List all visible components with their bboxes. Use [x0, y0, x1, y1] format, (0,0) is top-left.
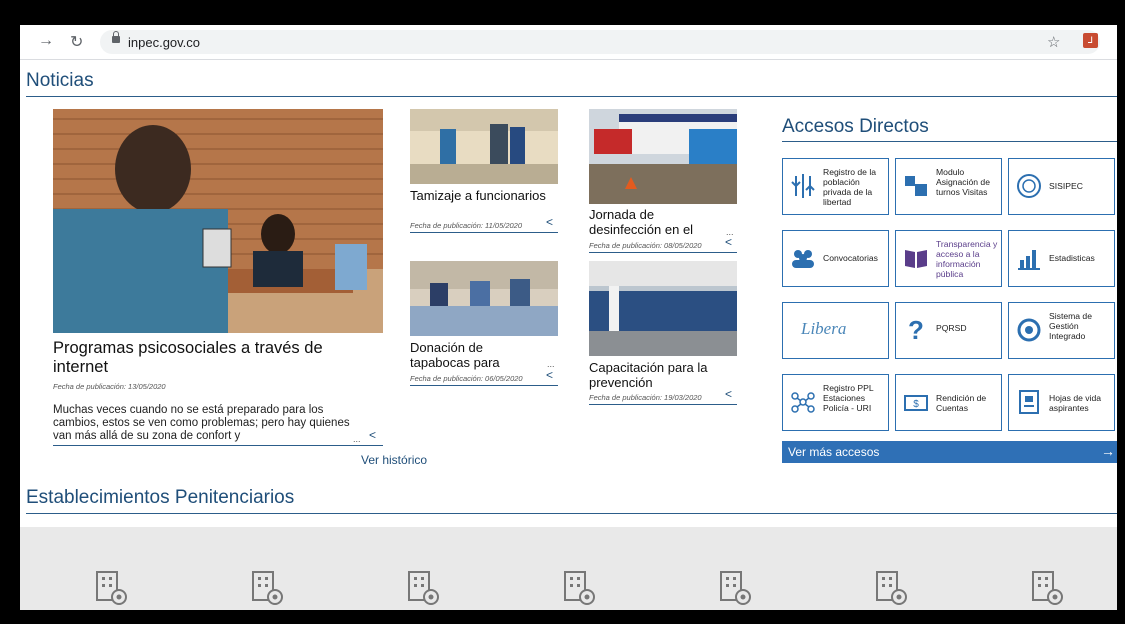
news-item-photo[interactable]	[589, 261, 737, 356]
tile-label: Registro de la población privada de la l…	[823, 167, 877, 207]
accesos-divider	[782, 141, 1117, 142]
ver-mas-accesos-button[interactable]: Ver más accesos →	[782, 441, 1117, 463]
population-registry-icon	[791, 174, 815, 198]
address-bar[interactable]	[100, 30, 1100, 54]
browser-toolbar: → ↻ inpec.gov.co ☆ ⅃	[20, 25, 1117, 60]
building-location-icon[interactable]	[407, 570, 441, 606]
news-item-underline	[589, 252, 737, 253]
question-icon: ?	[908, 315, 924, 345]
browser-window: → ↻ inpec.gov.co ☆ ⅃ Noticias Programas …	[20, 25, 1117, 610]
news-main-summary: Muchas veces cuando no se está preparado…	[53, 404, 350, 442]
news-main-date: Fecha de publicación: 13/05/2020	[53, 382, 166, 391]
tile-modulo-turnos[interactable]: Modulo Asignación de turnos Visitas	[895, 158, 1002, 215]
people-group-icon	[792, 250, 814, 268]
tile-label: Modulo Asignación de turnos Visitas	[936, 167, 990, 197]
news-main-ellipsis: ...	[353, 434, 361, 444]
tile-registro-ppl[interactable]: Registro PPL Estaciones Policía - URI	[782, 374, 889, 431]
share-icon[interactable]: <	[546, 215, 553, 229]
tile-convocatorias[interactable]: Convocatorias	[782, 230, 889, 287]
noticias-divider	[26, 96, 1117, 97]
accesos-heading: Accesos Directos	[782, 116, 929, 137]
news-item-title[interactable]: Jornada de desinfección en el	[589, 207, 709, 237]
tile-label: Registro PPL Estaciones Policía - URI	[823, 383, 874, 413]
money-bill-icon: $	[904, 395, 928, 411]
news-item-date: Fecha de publicación: 19/03/2020	[589, 393, 702, 402]
news-item-title[interactable]: Donación de tapabocas para	[410, 340, 530, 370]
tile-label: Hojas de vida aspirantes	[1049, 393, 1102, 413]
tile-estadisticas[interactable]: Estadisticas	[1008, 230, 1115, 287]
forward-arrow-icon[interactable]: →	[38, 32, 54, 50]
building-location-icon[interactable]	[251, 570, 285, 606]
noticias-heading: Noticias	[26, 70, 94, 91]
tile-transparencia[interactable]: Transparencia y acceso a la información …	[895, 230, 1002, 287]
network-nodes-icon	[791, 392, 815, 413]
tile-registro-poblacion[interactable]: Registro de la población privada de la l…	[782, 158, 889, 215]
news-item-underline	[589, 404, 737, 405]
resume-document-icon	[1019, 390, 1039, 414]
open-book-icon	[905, 250, 927, 268]
building-location-icon[interactable]	[875, 570, 909, 606]
bar-chart-icon	[1018, 250, 1040, 270]
news-item-date: Fecha de publicación: 06/05/2020	[410, 374, 523, 383]
bookmark-star-icon[interactable]: ☆	[1047, 33, 1060, 51]
tile-rendicion-cuentas[interactable]: $ Rendición de Cuentas	[895, 374, 1002, 431]
tile-sisipec[interactable]: SISIPEC	[1008, 158, 1115, 215]
share-icon[interactable]: <	[546, 368, 553, 382]
share-icon[interactable]: <	[725, 387, 732, 401]
news-item-date: Fecha de publicación: 08/05/2020	[589, 241, 702, 250]
pdf-extension-icon[interactable]: ⅃	[1083, 33, 1098, 48]
news-item-photo[interactable]	[410, 109, 558, 184]
news-item-photo[interactable]	[589, 109, 737, 204]
arrow-right-icon: →	[1101, 443, 1115, 459]
tile-pqrsd[interactable]: ? PQRSD	[895, 302, 1002, 359]
url-text[interactable]: inpec.gov.co	[128, 35, 200, 50]
tile-label: Estadisticas	[1049, 253, 1095, 263]
reload-icon[interactable]: ↻	[70, 32, 83, 52]
tile-label: Sistema de Gestión Integrado	[1049, 311, 1092, 341]
sisipec-seal-icon	[1017, 174, 1041, 198]
ver-historico-link[interactable]: Ver histórico	[361, 453, 427, 468]
ver-mas-label: Ver más accesos	[788, 445, 880, 459]
building-location-icon[interactable]	[563, 570, 597, 606]
news-item-underline	[410, 232, 558, 233]
news-item-title[interactable]: Capacitación para la prevención	[589, 360, 737, 390]
building-location-icon[interactable]	[95, 570, 129, 606]
tile-label: Rendición de Cuentas	[936, 393, 987, 413]
tile-label: Convocatorias	[823, 253, 878, 263]
tile-label: Transparencia y acceso a la información …	[936, 239, 998, 279]
tile-label: SISIPEC	[1049, 181, 1083, 191]
news-item-photo[interactable]	[410, 261, 558, 336]
news-main-underline	[53, 445, 383, 446]
establecimientos-heading: Establecimientos Penitenciarios	[26, 487, 295, 508]
news-item-date: Fecha de publicación: 11/05/2020	[410, 221, 523, 230]
tile-libera[interactable]: Libera	[782, 302, 889, 359]
tile-sistema-gestion[interactable]: Sistema de Gestión Integrado	[1008, 302, 1115, 359]
news-main-photo[interactable]	[53, 109, 383, 333]
establecimientos-divider	[26, 513, 1117, 514]
news-main-title[interactable]: Programas psicosociales a través de inte…	[53, 339, 373, 377]
share-icon[interactable]: <	[369, 428, 376, 442]
tile-hojas-vida[interactable]: Hojas de vida aspirantes	[1008, 374, 1115, 431]
libera-logo: Libera	[801, 319, 847, 338]
news-item-title[interactable]: Tamizaje a funcionarios	[410, 188, 558, 203]
building-location-icon[interactable]	[719, 570, 753, 606]
news-item-underline	[410, 385, 558, 386]
svg-text:$: $	[913, 399, 919, 410]
building-location-icon[interactable]	[1031, 570, 1065, 606]
tile-label: PQRSD	[936, 323, 967, 333]
visit-turns-icon	[905, 176, 927, 196]
management-cycle-icon	[1017, 318, 1041, 342]
lock-icon	[112, 31, 120, 43]
share-icon[interactable]: <	[725, 235, 732, 249]
